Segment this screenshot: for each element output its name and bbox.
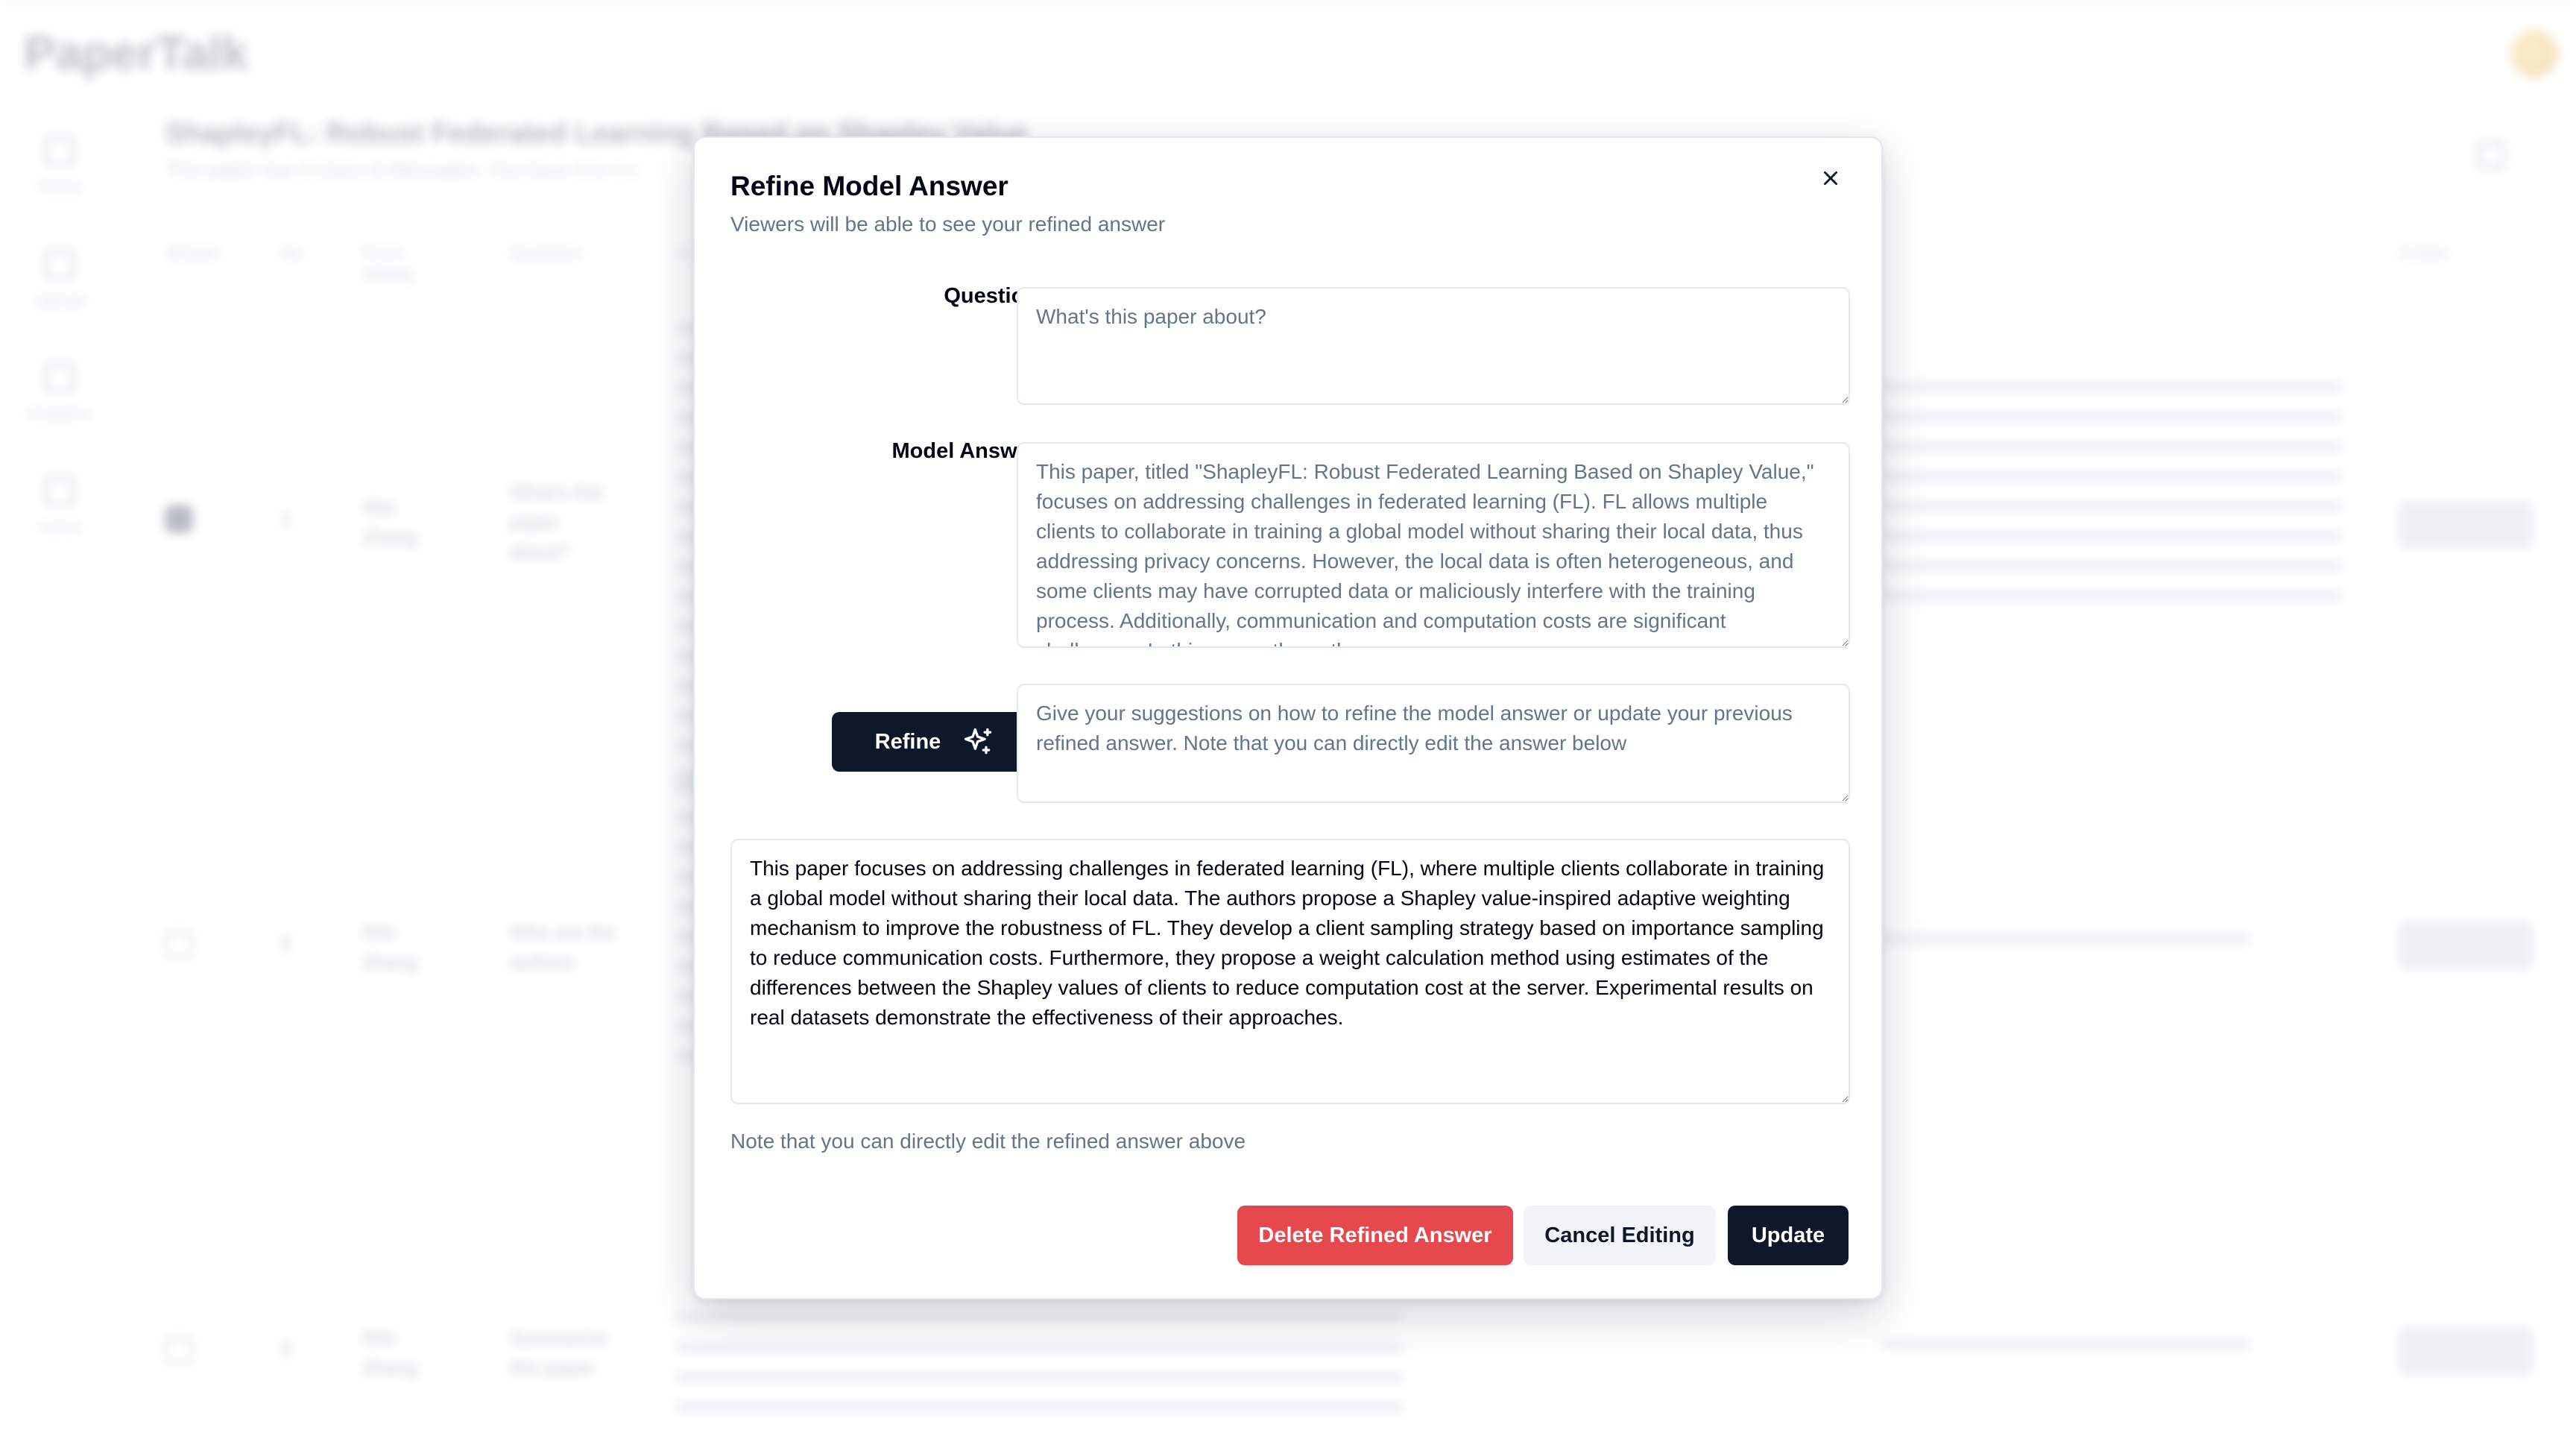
sparkles-icon	[965, 728, 992, 755]
question-field[interactable]	[1017, 287, 1850, 405]
refine-button[interactable]: Refine	[832, 712, 1038, 772]
refined-answer-field[interactable]: This paper focuses on addressing challen…	[730, 839, 1850, 1104]
suggestion-field[interactable]	[1017, 684, 1850, 803]
refined-answer-note: Note that you can directly edit the refi…	[730, 1130, 1246, 1153]
close-icon	[1824, 171, 1837, 185]
delete-refined-answer-button[interactable]: Delete Refined Answer	[1237, 1206, 1513, 1265]
dialog-title: Refine Model Answer	[730, 171, 1008, 201]
close-button[interactable]	[1813, 160, 1849, 196]
cancel-editing-button[interactable]: Cancel Editing	[1524, 1206, 1716, 1265]
question-label: Question	[944, 284, 1038, 308]
refine-answer-dialog: Refine Model Answer Viewers will be able…	[693, 136, 1883, 1300]
dialog-description: Viewers will be able to see your refined…	[730, 212, 1166, 236]
update-button[interactable]: Update	[1728, 1206, 1849, 1265]
model-answer-label: Model Answer	[891, 439, 1038, 463]
model-answer-field[interactable]: This paper, titled "ShapleyFL: Robust Fe…	[1017, 442, 1850, 648]
refine-button-label: Refine	[874, 729, 941, 754]
